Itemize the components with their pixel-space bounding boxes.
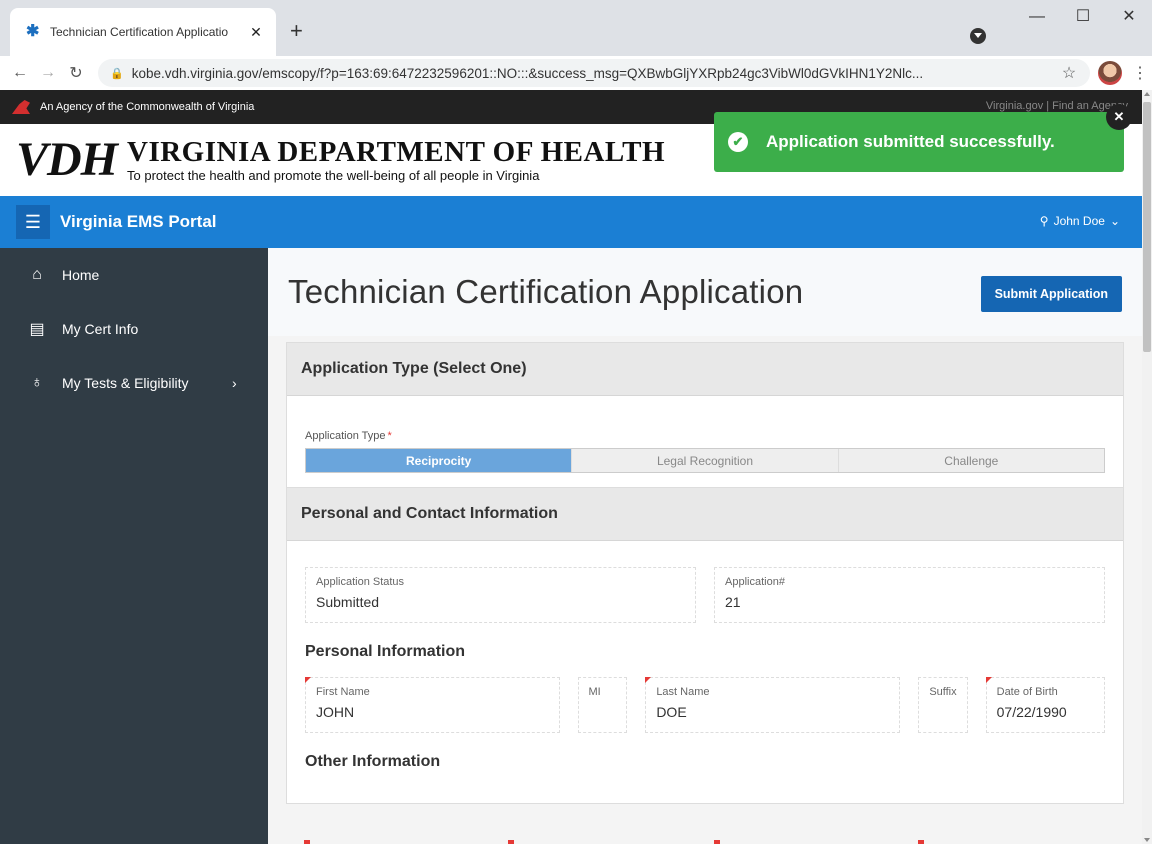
sidebar-item-label: My Tests & Eligibility [62,375,189,391]
personal-information-heading: Personal Information [305,643,466,660]
middle-initial-field[interactable]: MI [577,677,628,733]
sidebar-item-label: Home [62,267,100,283]
required-field-markers [304,840,924,844]
sidebar-item-home[interactable]: ⌂ Home [0,248,268,302]
avatar[interactable] [1098,61,1122,85]
date-of-birth-field[interactable]: Date of Birth 07/22/1990 [985,677,1105,733]
star-of-life-icon: ✱ [26,23,40,40]
bookmark-star-icon[interactable]: ☆ [1054,63,1084,83]
agency-text: An Agency of the Commonwealth of Virgini… [40,101,255,113]
maximize-icon[interactable]: ☐ [1060,0,1106,36]
browser-tab-bar: ✱ Technician Certification Applicatio ✕ … [0,0,1152,56]
region-title: Application Type (Select One) [287,343,1123,396]
browser-tab[interactable]: ✱ Technician Certification Applicatio ✕ [10,8,276,56]
sidebar-item-label: My Cert Info [62,321,139,337]
lock-icon: 🔒 [110,67,124,80]
option-challenge[interactable]: Challenge [838,449,1104,472]
hamburger-menu-icon[interactable]: ☰ [16,205,50,239]
application-status-field: Application Status Submitted [305,567,696,623]
award-icon: ♁ [31,374,43,391]
scrollbar-thumb[interactable] [1143,102,1151,352]
tab-title: Technician Certification Applicatio [50,25,229,39]
other-information-heading: Other Information [305,753,441,770]
user-icon: ⚲ [1039,214,1049,228]
close-tab-icon[interactable]: ✕ [248,24,264,41]
profile-menu-icon[interactable] [970,28,986,44]
success-toast: ✔ Application submitted successfully. [714,112,1124,172]
sidebar-item-my-cert-info[interactable]: ▤ My Cert Info [0,302,268,356]
sidebar-item-my-tests[interactable]: ♁ My Tests & Eligibility › [0,356,268,410]
option-legal-recognition[interactable]: Legal Recognition [572,449,839,472]
application-number-field: Application# 21 [714,567,1105,623]
close-toast-button[interactable]: ✕ [1106,104,1132,130]
chevron-down-icon: ⌄ [1109,214,1120,228]
application-type-region: Application Type (Select One) Applicatio… [286,342,1124,488]
cardinal-logo-icon [12,100,30,114]
page-title: Technician Certification Application [288,273,804,310]
more-menu-icon[interactable]: ⋮ [1132,63,1148,83]
forward-icon[interactable]: → [36,64,60,82]
vdh-tagline: To protect the health and promote the we… [127,167,540,183]
check-circle-icon: ✔ [728,132,748,152]
web-page: An Agency of the Commonwealth of Virgini… [0,90,1142,844]
application-type-label: Application Type * [305,430,392,442]
last-name-field[interactable]: Last Name DOE [645,677,900,733]
reload-icon[interactable]: ↻ [64,63,88,83]
suffix-field[interactable]: Suffix [917,677,968,733]
close-window-icon[interactable]: ✕ [1106,0,1152,36]
vdh-title: VIRGINIA DEPARTMENT OF HEALTH [127,135,666,168]
window-controls: — ☐ ✕ [1014,0,1152,36]
toast-message: Application submitted successfully. [766,132,1055,151]
app-navigation-bar: ☰ Virginia EMS Portal ⚲ John Doe ⌄ [0,196,1142,248]
new-tab-button[interactable]: + [290,20,303,42]
page-scrollbar[interactable] [1142,90,1152,844]
url-text: kobe.vdh.virginia.gov/emscopy/f?p=163:69… [131,65,924,81]
scroll-down-icon[interactable] [1144,838,1150,842]
scroll-up-icon[interactable] [1144,92,1150,96]
page-header: Technician Certification Application Sub… [268,248,1142,336]
app-title[interactable]: Virginia EMS Portal [60,212,217,232]
region-title: Personal and Contact Information [287,488,1123,541]
sidebar: ⌂ Home ▤ My Cert Info ♁ My Tests & Eligi… [0,248,268,844]
user-menu[interactable]: ⚲ John Doe ⌄ [1040,214,1120,228]
home-icon: ⌂ [32,266,42,283]
main-content: Technician Certification Application Sub… [268,248,1142,844]
user-name: John Doe [1053,214,1105,228]
back-icon[interactable]: ← [8,64,32,82]
id-card-icon: ▤ [29,321,45,338]
submit-application-button[interactable]: Submit Application [980,276,1122,312]
personal-contact-region: Personal and Contact Information Applica… [286,488,1124,804]
option-reciprocity[interactable]: Reciprocity [306,449,573,472]
address-bar[interactable]: 🔒 kobe.vdh.virginia.gov/emscopy/f?p=163:… [98,59,1090,87]
first-name-field[interactable]: First Name JOHN [305,677,560,733]
chevron-right-icon[interactable]: › [232,375,237,391]
minimize-icon[interactable]: — [1014,0,1060,36]
vdh-logo[interactable]: VDH [16,136,118,184]
browser-toolbar: ← → ↻ 🔒 kobe.vdh.virginia.gov/emscopy/f?… [0,56,1152,90]
application-type-selector[interactable]: Reciprocity Legal Recognition Challenge [305,448,1105,473]
